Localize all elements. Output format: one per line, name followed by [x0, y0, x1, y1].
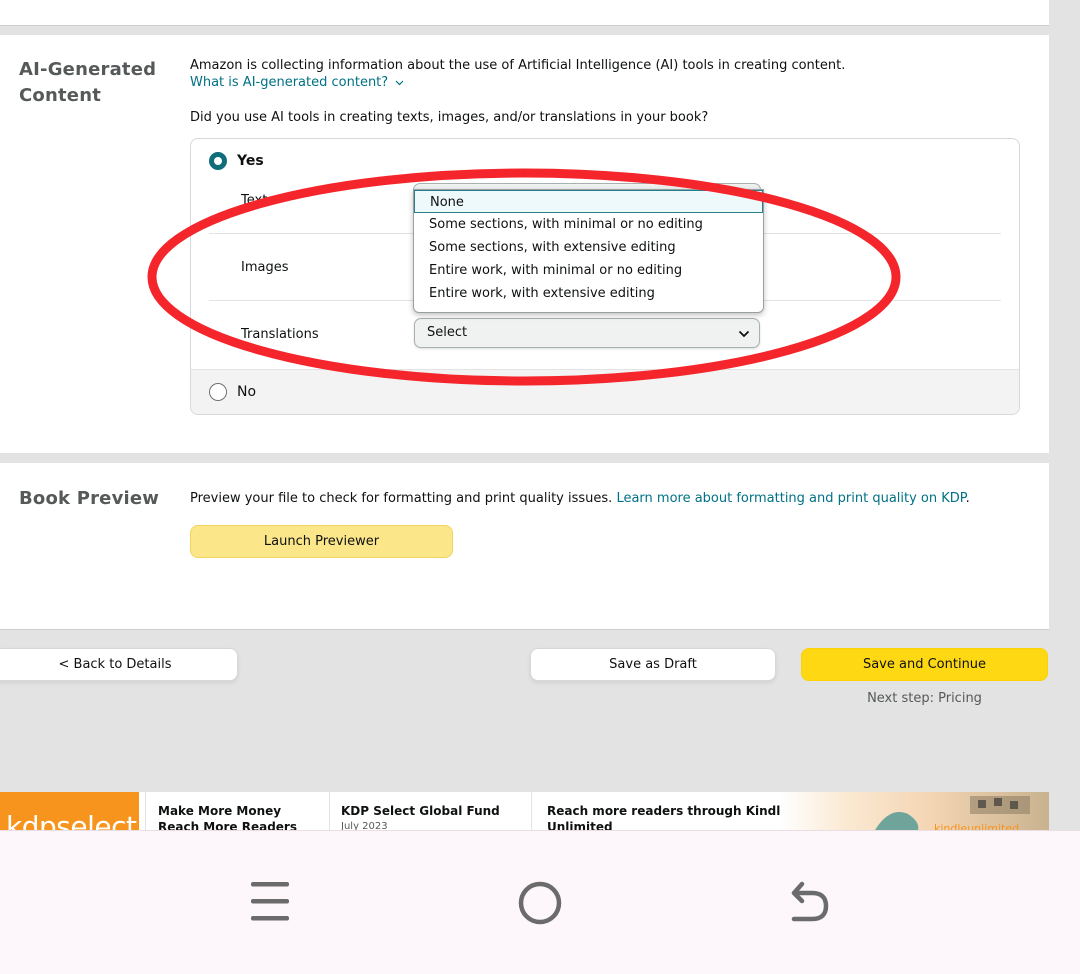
chevron-down-icon — [738, 330, 750, 338]
translations-select[interactable]: Select — [414, 318, 760, 348]
banner-item-fund: KDP Select Global Fund July 2023 — [341, 803, 500, 830]
dropdown-option[interactable]: None — [414, 190, 763, 213]
banner-divider — [329, 792, 330, 830]
section-title-line2: Content — [19, 85, 102, 106]
dropdown-option[interactable]: Some sections, with minimal or no editin… — [414, 213, 763, 236]
banner-item-money-line1: Make More Money — [158, 804, 282, 818]
banner-item-unlimited: Reach more readers through Kindle Unlimi… — [547, 803, 789, 830]
section-title-line1: AI-Generated — [19, 59, 157, 80]
what-is-ai-link-label: What is AI-generated content? — [190, 75, 389, 90]
kindle-unlimited-art: kindleunlimited — [780, 792, 1049, 830]
kindle-unlimited-wordmark: kindleunlimited — [934, 822, 1020, 830]
no-radio[interactable] — [209, 383, 227, 401]
translations-label: Translations — [241, 327, 319, 342]
previous-section-edge — [0, 0, 1049, 26]
formatting-help-link[interactable]: Learn more about formatting and print qu… — [616, 491, 965, 506]
dropdown-option[interactable]: Entire work, with minimal or no editing — [414, 259, 763, 282]
back-arrow-icon[interactable] — [788, 879, 834, 925]
system-navigation-bar — [0, 830, 1080, 974]
yes-option[interactable]: Yes — [209, 152, 264, 170]
no-option-row: No — [191, 369, 1019, 414]
preview-period: . — [965, 491, 970, 506]
yes-label: Yes — [237, 153, 264, 169]
back-to-details-button[interactable]: < Back to Details — [0, 648, 238, 681]
ai-intro-text: Amazon is collecting information about t… — [190, 58, 846, 73]
banner-item-unlimited-line2: Unlimited — [547, 820, 613, 830]
launch-previewer-button[interactable]: Launch Previewer — [190, 525, 453, 558]
preview-description: Preview your file to check for formattin… — [190, 491, 613, 506]
ai-question: Did you use AI tools in creating texts, … — [190, 110, 709, 125]
kdp-select-banner[interactable]: kdpselect Make More Money Reach More Rea… — [0, 792, 1049, 830]
yes-radio[interactable] — [209, 152, 227, 170]
home-circle-icon[interactable] — [517, 880, 563, 926]
banner-item-money-line2: Reach More Readers — [158, 820, 297, 830]
next-step-label: Next step: Pricing — [867, 691, 982, 706]
texts-label: Texts — [241, 193, 275, 208]
banner-item-money: Make More Money Reach More Readers — [158, 803, 297, 830]
save-and-continue-button[interactable]: Save and Continue — [801, 648, 1048, 681]
banner-item-unlimited-line1: Reach more readers through Kindle — [547, 804, 789, 818]
no-option[interactable]: No — [209, 383, 256, 401]
recents-icon[interactable] — [250, 880, 290, 924]
section-title: AI-Generated Content — [19, 57, 156, 109]
chevron-down-icon — [395, 80, 404, 85]
banner-divider — [145, 792, 146, 830]
page-gutter — [1049, 0, 1080, 830]
dropdown-option[interactable]: Entire work, with extensive editing — [414, 282, 763, 305]
banner-item-fund-title: KDP Select Global Fund — [341, 804, 500, 818]
ai-level-dropdown[interactable]: None Some sections, with minimal or no e… — [413, 189, 764, 313]
what-is-ai-link[interactable]: What is AI-generated content? — [190, 74, 404, 91]
images-label: Images — [241, 260, 289, 275]
save-as-draft-button[interactable]: Save as Draft — [530, 648, 776, 681]
no-label: No — [237, 384, 257, 400]
kdp-select-logo-text: kdpselect — [6, 810, 137, 830]
dropdown-option[interactable]: Some sections, with extensive editing — [414, 236, 763, 259]
banner-divider — [531, 792, 532, 830]
preview-title: Book Preview — [19, 488, 160, 509]
banner-item-fund-date: July 2023 — [341, 821, 388, 830]
book-preview-section: Book Preview Preview your file to check … — [0, 463, 1049, 630]
translations-select-value: Select — [427, 325, 468, 340]
preview-text-line: Preview your file to check for formattin… — [190, 490, 970, 507]
kdp-select-logo: kdpselect — [0, 792, 139, 830]
